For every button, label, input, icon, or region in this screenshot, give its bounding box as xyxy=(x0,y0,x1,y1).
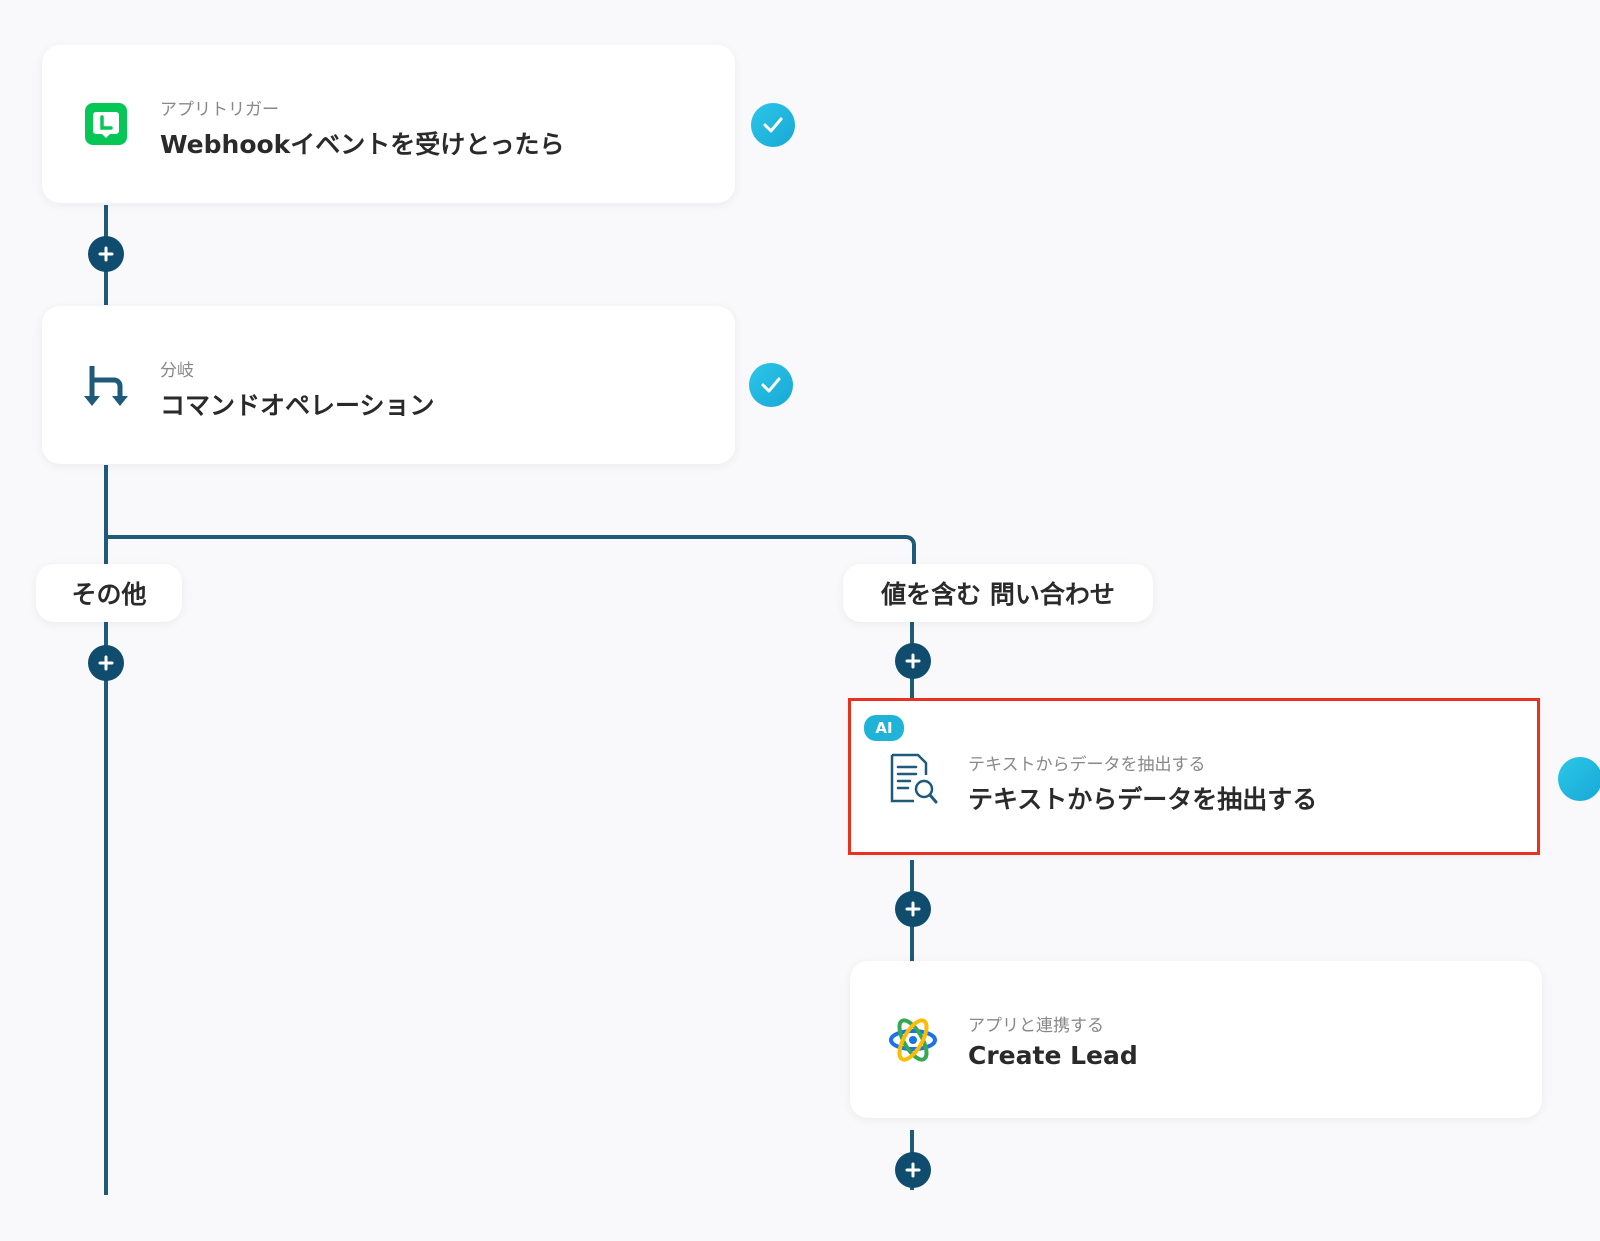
add-step-button[interactable] xyxy=(88,236,124,272)
branch-connector xyxy=(104,535,916,579)
add-step-button-contains[interactable] xyxy=(895,643,931,679)
create-lead-subtitle: アプリと連携する xyxy=(968,1016,1104,1036)
branch-subtitle: 分岐 xyxy=(160,361,194,381)
create-lead-card[interactable]: アプリと連携する Create Lead xyxy=(850,961,1542,1118)
extract-subtitle: テキストからデータを抽出する xyxy=(968,755,1206,775)
branch-icon xyxy=(82,364,130,410)
branch-title: コマンドオペレーション xyxy=(160,391,435,420)
line-app-icon xyxy=(85,103,127,145)
extract-card[interactable]: AI テキストからデータを抽出する テキストからデータを抽出する xyxy=(850,700,1538,853)
create-lead-title: Create Lead xyxy=(968,1041,1138,1070)
add-step-button-after-extract[interactable] xyxy=(895,891,931,927)
extract-title: テキストからデータを抽出する xyxy=(968,785,1318,814)
orbit-app-icon xyxy=(888,1015,938,1065)
add-step-button-other[interactable] xyxy=(88,645,124,681)
branch-label-other[interactable]: その他 xyxy=(36,564,182,622)
extract-status-icon xyxy=(1558,757,1600,801)
branch-card[interactable]: 分岐 コマンドオペレーション xyxy=(42,306,735,464)
branch-check-icon xyxy=(749,363,793,407)
add-step-button-after-create-lead[interactable] xyxy=(895,1152,931,1188)
trigger-card[interactable]: アプリトリガー Webhookイベントを受けとったら xyxy=(42,45,735,203)
branch-label-contains[interactable]: 値を含む 問い合わせ xyxy=(843,564,1153,622)
trigger-title: Webhookイベントを受けとったら xyxy=(160,130,565,159)
trigger-subtitle: アプリトリガー xyxy=(160,100,279,120)
ai-badge: AI xyxy=(864,715,904,741)
document-search-icon xyxy=(888,753,938,805)
trigger-check-icon xyxy=(751,103,795,147)
